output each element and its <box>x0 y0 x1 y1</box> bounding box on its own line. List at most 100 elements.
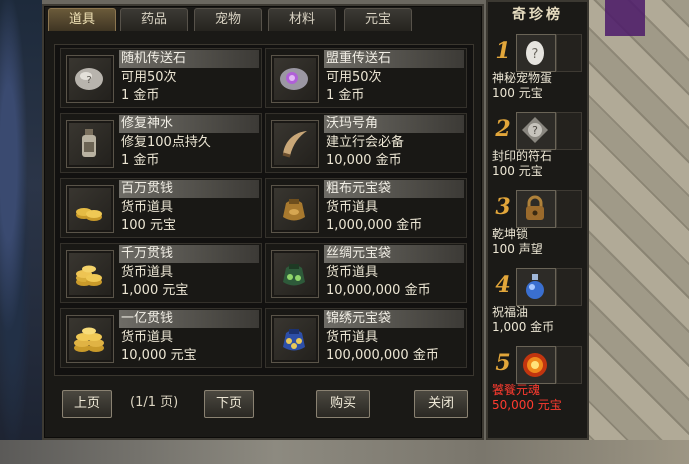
cloth-bag-icon <box>271 185 319 233</box>
game-world-background-bottom <box>0 440 689 464</box>
shop-item[interactable]: ? 随机传送石 可用50次 1 金币 <box>60 48 262 108</box>
shop-item[interactable]: 一亿贯钱 货币道具 10,000 元宝 <box>60 308 262 368</box>
rank-number: 5 <box>495 350 511 376</box>
item-name: 修复神水 <box>119 115 259 133</box>
sealed-rune-icon: ? <box>516 112 556 150</box>
item-price: 10,000 元宝 <box>121 348 197 363</box>
flame-soul-icon <box>516 346 556 384</box>
ranking-item-price: 100 声望 <box>492 242 543 256</box>
rank-number: 2 <box>495 116 511 142</box>
treasure-ranking-title: 奇珍榜 <box>512 7 563 23</box>
horn-icon <box>271 120 319 168</box>
item-price: 1,000,000 金币 <box>326 218 423 233</box>
ranking-item-price: 1,000 金币 <box>492 320 555 334</box>
item-grid: ? 随机传送石 可用50次 1 金币 盟重传送石 可用50次 1 金币 修复神水… <box>54 44 474 376</box>
ranking-item[interactable]: 2 ? 封印的符石 100 元宝 <box>488 110 587 186</box>
empty-slot <box>556 190 582 228</box>
tab-yuanbao[interactable]: 元宝 <box>344 8 412 31</box>
shop-item[interactable]: 锦绣元宝袋 货币道具 100,000,000 金币 <box>265 308 467 368</box>
shop-panel: 道具 药品 宠物 材料 元宝 ? 随机传送石 可用50次 1 金币 盟重传送石 … <box>42 4 484 440</box>
shop-item[interactable]: 丝绸元宝袋 货币道具 10,000,000 金币 <box>265 243 467 303</box>
shop-item[interactable]: 盟重传送石 可用50次 1 金币 <box>265 48 467 108</box>
silk-bag-icon <box>271 250 319 298</box>
item-desc: 可用50次 <box>326 70 382 85</box>
shop-item[interactable]: 粗布元宝袋 货币道具 1,000,000 金币 <box>265 178 467 238</box>
item-price: 1 金币 <box>121 153 160 168</box>
item-desc: 货币道具 <box>121 200 174 215</box>
game-world-background-right <box>585 0 689 464</box>
item-price: 10,000 金币 <box>326 153 402 168</box>
prev-page-button[interactable]: 上页 <box>62 390 112 418</box>
blessing-oil-icon <box>516 268 556 306</box>
item-desc: 货币道具 <box>326 265 379 280</box>
item-price: 1 金币 <box>326 88 365 103</box>
ranking-item-name: 乾坤锁 <box>492 227 529 241</box>
ranking-item[interactable]: 1 ? 神秘宠物蛋 100 元宝 <box>488 32 587 108</box>
ranking-item-price: 100 元宝 <box>492 86 543 100</box>
purple-stone-icon <box>271 55 319 103</box>
shop-item[interactable]: 沃玛号角 建立行会必备 10,000 金币 <box>265 113 467 173</box>
item-name: 盟重传送石 <box>324 50 464 68</box>
item-name: 沃玛号角 <box>324 115 464 133</box>
tab-pets[interactable]: 宠物 <box>194 8 262 31</box>
tab-medicine[interactable]: 药品 <box>120 8 188 31</box>
svg-text:?: ? <box>86 75 91 86</box>
item-desc: 货币道具 <box>326 200 379 215</box>
buy-button[interactable]: 购买 <box>316 390 370 418</box>
item-price: 100 元宝 <box>121 218 176 233</box>
tab-items[interactable]: 道具 <box>48 8 116 31</box>
rank-number: 4 <box>495 272 511 298</box>
page-indicator: (1/1 页) <box>130 395 179 410</box>
mystery-egg-icon: ? <box>516 34 556 72</box>
coin-stack-large-icon <box>66 315 114 363</box>
empty-slot <box>556 112 582 150</box>
shop-item[interactable]: 千万贯钱 货币道具 1,000 元宝 <box>60 243 262 303</box>
item-desc: 货币道具 <box>121 265 174 280</box>
item-name: 一亿贯钱 <box>119 310 259 328</box>
empty-slot <box>556 34 582 72</box>
svg-text:?: ? <box>532 47 539 62</box>
treasure-ranking-panel: 奇珍榜 1 ? 神秘宠物蛋 100 元宝 2 ? 封印的符石 100 元宝 3 … <box>486 0 589 440</box>
next-page-button[interactable]: 下页 <box>204 390 254 418</box>
close-button[interactable]: 关闭 <box>414 390 468 418</box>
lock-icon <box>516 190 556 228</box>
item-name: 随机传送石 <box>119 50 259 68</box>
ranking-item-price: 100 元宝 <box>492 164 543 178</box>
item-price: 100,000,000 金币 <box>326 348 439 363</box>
item-name: 百万贯钱 <box>119 180 259 198</box>
potion-bottle-icon <box>66 120 114 168</box>
item-price: 10,000,000 金币 <box>326 283 431 298</box>
rank-number: 3 <box>495 194 511 220</box>
ranking-item[interactable]: 5 饕餮元魂 50,000 元宝 <box>488 344 587 420</box>
brocade-bag-icon <box>271 315 319 363</box>
ranking-item-price: 50,000 元宝 <box>492 398 562 412</box>
tab-materials[interactable]: 材料 <box>268 8 336 31</box>
item-name: 锦绣元宝袋 <box>324 310 464 328</box>
game-world-background-left <box>0 0 42 464</box>
item-price: 1 金币 <box>121 88 160 103</box>
item-desc: 货币道具 <box>121 330 174 345</box>
ranking-item[interactable]: 3 乾坤锁 100 声望 <box>488 188 587 264</box>
gray-stone-icon: ? <box>66 55 114 103</box>
item-desc: 货币道具 <box>326 330 379 345</box>
ranking-item-name: 神秘宠物蛋 <box>492 71 553 85</box>
ranking-item-name: 祝福油 <box>492 305 529 319</box>
rank-number: 1 <box>495 38 511 64</box>
item-name: 丝绸元宝袋 <box>324 245 464 263</box>
item-name: 千万贯钱 <box>119 245 259 263</box>
ranking-item-name: 饕餮元魂 <box>492 383 541 397</box>
item-desc: 建立行会必备 <box>326 135 405 150</box>
empty-slot <box>556 346 582 384</box>
ranking-item-name: 封印的符石 <box>492 149 553 163</box>
coin-stack-small-icon <box>66 185 114 233</box>
shop-item[interactable]: 修复神水 修复100点持久 1 金币 <box>60 113 262 173</box>
shop-tabs: 道具 药品 宠物 材料 元宝 <box>46 6 476 31</box>
shop-item[interactable]: 百万贯钱 货币道具 100 元宝 <box>60 178 262 238</box>
item-desc: 可用50次 <box>121 70 177 85</box>
item-price: 1,000 元宝 <box>121 283 189 298</box>
ranking-item[interactable]: 4 祝福油 1,000 金币 <box>488 266 587 342</box>
empty-slot <box>556 268 582 306</box>
item-name: 粗布元宝袋 <box>324 180 464 198</box>
item-desc: 修复100点持久 <box>121 135 211 150</box>
coin-stack-medium-icon <box>66 250 114 298</box>
